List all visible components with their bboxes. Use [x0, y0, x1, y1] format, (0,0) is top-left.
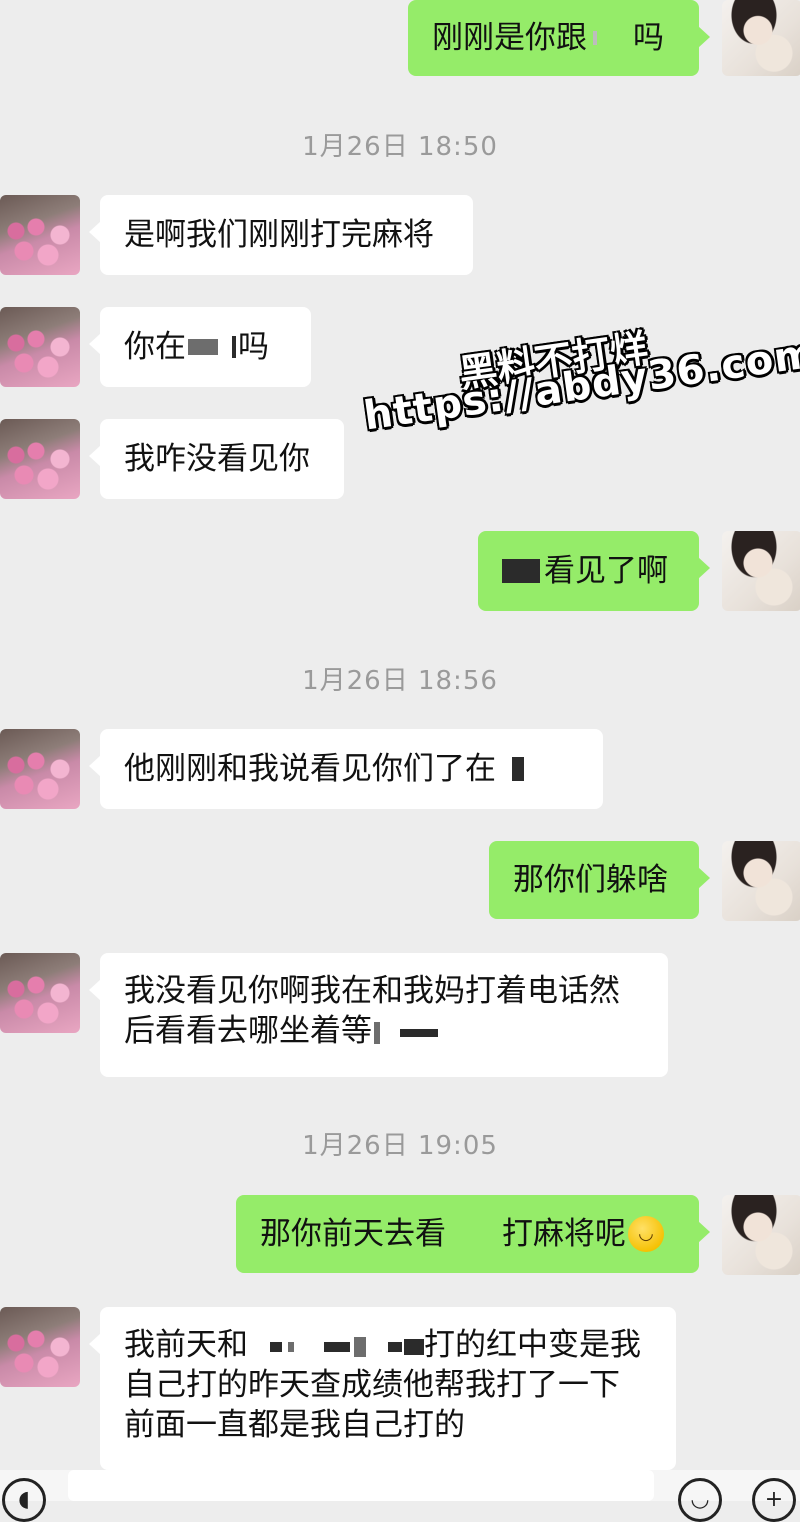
timestamp: 1月26日 18:50: [302, 132, 498, 162]
message-text: 我咋没看见你: [124, 441, 310, 477]
avatar-self[interactable]: [722, 531, 800, 611]
avatar-contact[interactable]: [0, 195, 80, 275]
message-text: 吗: [238, 329, 269, 365]
message-text: 后看看去哪坐着等: [124, 1013, 372, 1049]
emoji-icon[interactable]: ◡: [678, 1478, 722, 1522]
message-bubble-received[interactable]: 你在 吗: [89, 307, 311, 387]
message-text-line: 后看看去哪坐着等: [124, 1011, 644, 1051]
message-text: 打麻将呢: [502, 1216, 626, 1252]
redaction-mark: [512, 757, 524, 781]
message-text-line: 我前天和 打的红中变是我: [124, 1325, 652, 1365]
redaction-mark: [593, 31, 597, 45]
avatar-self[interactable]: [722, 1195, 800, 1275]
message-text-line: 前面一直都是我自己打的: [124, 1407, 465, 1443]
avatar-contact[interactable]: [0, 1307, 80, 1387]
avatar-self[interactable]: [722, 841, 800, 921]
grin-emoji-icon: ◡: [628, 1216, 664, 1252]
message-text: 是啊我们刚刚打完麻将: [124, 217, 434, 253]
redaction-mark: [232, 336, 236, 358]
timestamp: 1月26日 18:56: [302, 666, 498, 696]
avatar-self[interactable]: [722, 0, 800, 76]
message-text: 你在: [124, 329, 186, 365]
redaction-mark: [374, 1021, 380, 1044]
message-text: 那你们躲啥: [513, 862, 668, 898]
message-bubble-received[interactable]: 我咋没看见你: [89, 419, 344, 499]
message-text: 打的红中变是我: [424, 1327, 641, 1363]
message-text: 刚刚是你跟: [432, 20, 587, 56]
timestamp: 1月26日 19:05: [302, 1131, 498, 1161]
message-bubble-sent[interactable]: 那你们躲啥: [489, 841, 710, 919]
message-text: 吗: [633, 20, 664, 56]
message-bubble-sent[interactable]: 那你前天去看 打麻将呢 ◡: [236, 1195, 710, 1273]
message-input[interactable]: [68, 1470, 654, 1501]
message-bubble-received[interactable]: 我没看见你啊我在和我妈打着电话然 后看看去哪坐着等: [89, 953, 668, 1077]
message-bubble-received[interactable]: 我前天和 打的红中变是我 自己打的昨天查成绩他帮我打了一下 前面一直都是我自己打的: [89, 1307, 676, 1470]
message-text: 那你前天去看: [260, 1216, 446, 1252]
redaction-mark: [324, 1341, 350, 1352]
redaction-mark: [270, 1341, 282, 1352]
redaction-mark: [400, 1028, 438, 1037]
voice-icon[interactable]: ◖: [2, 1478, 46, 1522]
message-text: 看见了啊: [544, 553, 668, 589]
message-bubble-sent[interactable]: 看见了啊: [478, 531, 710, 611]
avatar-contact[interactable]: [0, 953, 80, 1033]
avatar-contact[interactable]: [0, 419, 80, 499]
redaction-mark: [188, 339, 218, 355]
message-text: 他刚刚和我说看见你们了在: [124, 751, 496, 787]
message-text: 我前天和: [124, 1327, 248, 1363]
redaction-mark: [288, 1341, 294, 1352]
message-bubble-received[interactable]: 他刚刚和我说看见你们了在: [89, 729, 603, 809]
redaction-mark: [354, 1336, 366, 1357]
message-text-line: 我没看见你啊我在和我妈打着电话然: [124, 973, 620, 1009]
plus-icon[interactable]: +: [752, 1478, 796, 1522]
message-text-line: 自己打的昨天查成绩他帮我打了一下: [124, 1367, 620, 1403]
message-bubble-received[interactable]: 是啊我们刚刚打完麻将: [89, 195, 473, 275]
redaction-mark: [404, 1338, 424, 1355]
redaction-mark: [388, 1341, 402, 1352]
avatar-contact[interactable]: [0, 307, 80, 387]
avatar-contact[interactable]: [0, 729, 80, 809]
message-bubble-sent[interactable]: 刚刚是你跟 吗: [408, 0, 710, 76]
redaction-mark: [502, 559, 540, 583]
